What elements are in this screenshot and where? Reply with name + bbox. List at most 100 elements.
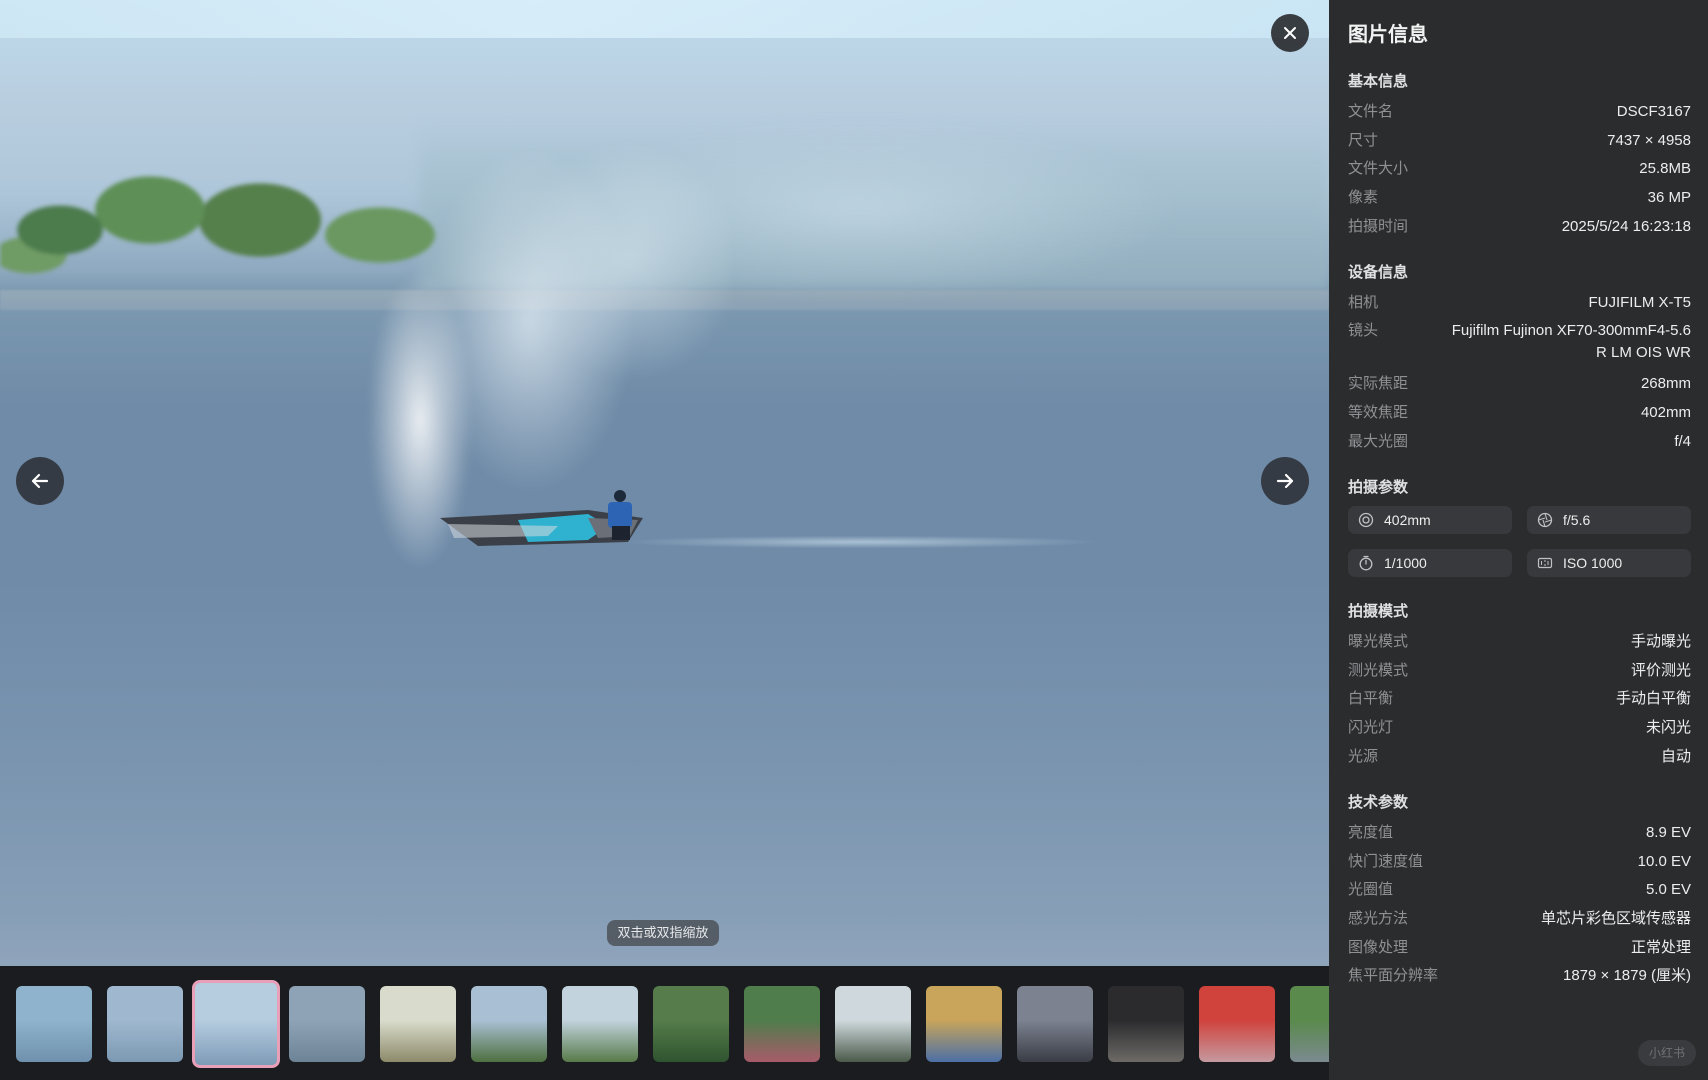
thumbnail[interactable] [471, 986, 547, 1062]
info-key: 焦平面分辨率 [1348, 967, 1439, 984]
thumbnail[interactable] [1108, 986, 1184, 1062]
param-chip-iso: ISO 1000 [1527, 549, 1691, 577]
thumbnail[interactable] [1017, 986, 1093, 1062]
info-row-brightness: 亮度值 8.9 EV [1348, 822, 1691, 844]
info-value: 5.0 EV [1645, 881, 1691, 898]
section-title-params: 拍摄参数 [1348, 479, 1409, 496]
thumbnail[interactable] [289, 986, 365, 1062]
section-title-tech: 技术参数 [1348, 794, 1409, 811]
info-value: 2025/5/24 16:23:18 [1561, 218, 1691, 235]
close-button[interactable] [1271, 14, 1309, 52]
info-key: 快门速度值 [1348, 853, 1424, 870]
thumbnail[interactable] [926, 986, 1002, 1062]
info-key: 闪光灯 [1348, 719, 1394, 736]
thumbnail[interactable] [107, 986, 183, 1062]
info-row-flash: 闪光灯 未闪光 [1348, 717, 1691, 739]
thumbnail[interactable] [380, 986, 456, 1062]
info-row-pixels: 像素 36 MP [1348, 187, 1691, 209]
thumbnail[interactable] [1199, 986, 1275, 1062]
info-key: 图像处理 [1348, 939, 1409, 956]
info-row-metering-mode: 测光模式 评价测光 [1348, 660, 1691, 682]
info-row-sensing-method: 感光方法 单芯片彩色区域传感器 [1348, 908, 1691, 930]
close-icon [1284, 27, 1296, 39]
info-value: 36 MP [1647, 189, 1691, 206]
info-value: 402mm [1640, 404, 1691, 421]
info-key: 文件大小 [1348, 160, 1409, 177]
panel-title: 图片信息 [1348, 24, 1428, 46]
info-row-lens: 镜头 Fujifilm Fujinon XF70-300mmF4-5.6 R L… [1348, 320, 1691, 364]
param-chip-shutter: 1/1000 [1348, 549, 1512, 577]
thumbnail[interactable] [653, 986, 729, 1062]
param-value: f/5.6 [1563, 512, 1591, 528]
thumbnail[interactable] [1290, 986, 1329, 1062]
info-key: 光源 [1348, 748, 1379, 765]
param-value: ISO 1000 [1563, 555, 1623, 571]
thumbnail-strip[interactable] [0, 966, 1329, 1080]
info-key: 实际焦距 [1348, 375, 1409, 392]
info-row-max-aperture: 最大光圈 f/4 [1348, 431, 1691, 453]
param-chip-aperture: f/5.6 [1527, 506, 1691, 534]
info-value: 1879 × 1879 (厘米) [1563, 967, 1691, 984]
info-value: 268mm [1640, 375, 1691, 392]
info-key: 相机 [1348, 294, 1379, 311]
info-key: 拍摄时间 [1348, 218, 1409, 235]
info-key: 最大光圈 [1348, 433, 1409, 450]
main-photo[interactable] [0, 0, 1329, 966]
aperture-icon [1537, 512, 1553, 528]
info-key: 镜头 [1348, 322, 1379, 339]
info-row-light-source: 光源 自动 [1348, 746, 1691, 768]
info-key: 白平衡 [1348, 690, 1394, 707]
previous-image-button[interactable] [16, 457, 64, 505]
info-value: 8.9 EV [1645, 824, 1691, 841]
iso-icon [1537, 557, 1553, 569]
info-row-white-balance: 白平衡 手动白平衡 [1348, 688, 1691, 710]
info-key: 文件名 [1348, 103, 1394, 120]
photo-sky [0, 0, 1329, 38]
info-row-filesize: 文件大小 25.8MB [1348, 158, 1691, 180]
zoom-hint: 双击或双指缩放 [607, 920, 719, 946]
thumbnail-active[interactable] [192, 980, 280, 1068]
info-row-filename: 文件名 DSCF3167 [1348, 101, 1691, 123]
info-row-camera: 相机 FUJIFILM X-T5 [1348, 292, 1691, 314]
info-row-capture-time: 拍摄时间 2025/5/24 16:23:18 [1348, 216, 1691, 238]
info-value: DSCF3167 [1616, 103, 1691, 120]
info-row-focal-plane-resolution: 焦平面分辨率 1879 × 1879 (厘米) [1348, 965, 1691, 987]
info-key: 像素 [1348, 189, 1379, 206]
photo-jetski [440, 490, 643, 546]
info-value: 评价测光 [1630, 662, 1691, 679]
thumbnail[interactable] [744, 986, 820, 1062]
info-value: 自动 [1660, 748, 1691, 765]
timer-icon [1359, 555, 1373, 571]
lens-line-1: Fujifilm Fujinon XF70-300mmF4-5.6 [1451, 322, 1691, 339]
thumbnail[interactable] [16, 986, 92, 1062]
arrow-left-icon [31, 473, 49, 489]
info-key: 亮度值 [1348, 824, 1394, 841]
section-title-device: 设备信息 [1348, 264, 1409, 281]
param-value: 402mm [1384, 512, 1431, 528]
info-value: f/4 [1674, 433, 1691, 450]
next-image-button[interactable] [1261, 457, 1309, 505]
info-row-shutter-value: 快门速度值 10.0 EV [1348, 851, 1691, 873]
info-value: Fujifilm Fujinon XF70-300mmF4-5.6 R LM O… [1452, 320, 1691, 364]
info-row-actual-focal: 实际焦距 268mm [1348, 373, 1691, 395]
info-key: 光圈值 [1348, 881, 1394, 898]
info-value: 10.0 EV [1637, 853, 1691, 870]
thumbnail[interactable] [835, 986, 911, 1062]
param-chip-focal: 402mm [1348, 506, 1512, 534]
lens-icon [1358, 512, 1374, 528]
info-key: 感光方法 [1348, 910, 1409, 927]
info-value: 未闪光 [1645, 719, 1691, 736]
info-key: 等效焦距 [1348, 404, 1409, 421]
section-title-mode: 拍摄模式 [1348, 603, 1409, 620]
info-key: 曝光模式 [1348, 633, 1409, 650]
info-value: 正常处理 [1630, 939, 1691, 956]
info-row-dimensions: 尺寸 7437 × 4958 [1348, 130, 1691, 152]
info-row-equiv-focal: 等效焦距 402mm [1348, 402, 1691, 424]
image-info-panel: 图片信息 基本信息 文件名 DSCF3167 尺寸 7437 × 4958 文件… [1329, 0, 1708, 1080]
info-value: FUJIFILM X-T5 [1588, 294, 1691, 311]
section-title-basic: 基本信息 [1348, 73, 1409, 90]
thumbnail[interactable] [562, 986, 638, 1062]
param-value: 1/1000 [1384, 555, 1427, 571]
info-key: 测光模式 [1348, 662, 1409, 679]
image-viewer: 双击或双指缩放 [0, 0, 1329, 1080]
